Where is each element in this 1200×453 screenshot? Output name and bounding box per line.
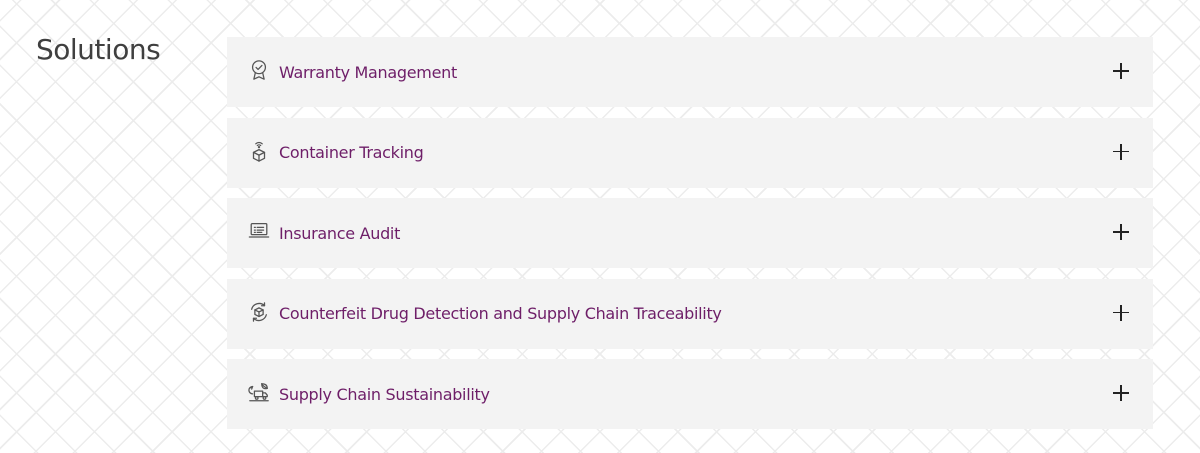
solutions-accordion: Warranty Management Container Tracking I… [227, 37, 1153, 440]
plus-icon[interactable] [1113, 224, 1129, 240]
accordion-item-label: Counterfeit Drug Detection and Supply Ch… [279, 304, 722, 323]
accordion-item-counterfeit-drug-detection[interactable]: Counterfeit Drug Detection and Supply Ch… [227, 278, 1153, 349]
cycle-box-icon [247, 300, 271, 324]
award-badge-icon [247, 58, 271, 82]
plus-icon[interactable] [1113, 63, 1129, 79]
accordion-item-label: Warranty Management [279, 62, 457, 82]
laptop-document-icon [247, 219, 271, 243]
accordion-item-warranty-management[interactable]: Warranty Management [227, 37, 1153, 107]
accordion-item-container-tracking[interactable]: Container Tracking [227, 117, 1153, 188]
plus-icon[interactable] [1113, 385, 1129, 401]
container-tracking-icon [247, 139, 271, 163]
accordion-item-label: Container Tracking [279, 143, 424, 162]
plus-icon[interactable] [1113, 304, 1129, 321]
section-title: Solutions [36, 33, 161, 66]
plus-icon[interactable] [1113, 143, 1129, 160]
accordion-item-label: Supply Chain Sustainability [279, 384, 490, 404]
accordion-item-label: Insurance Audit [279, 223, 401, 243]
eco-supply-chain-icon [247, 380, 271, 404]
accordion-item-insurance-audit[interactable]: Insurance Audit [227, 198, 1153, 268]
accordion-item-supply-chain-sustainability[interactable]: Supply Chain Sustainability [227, 359, 1153, 429]
